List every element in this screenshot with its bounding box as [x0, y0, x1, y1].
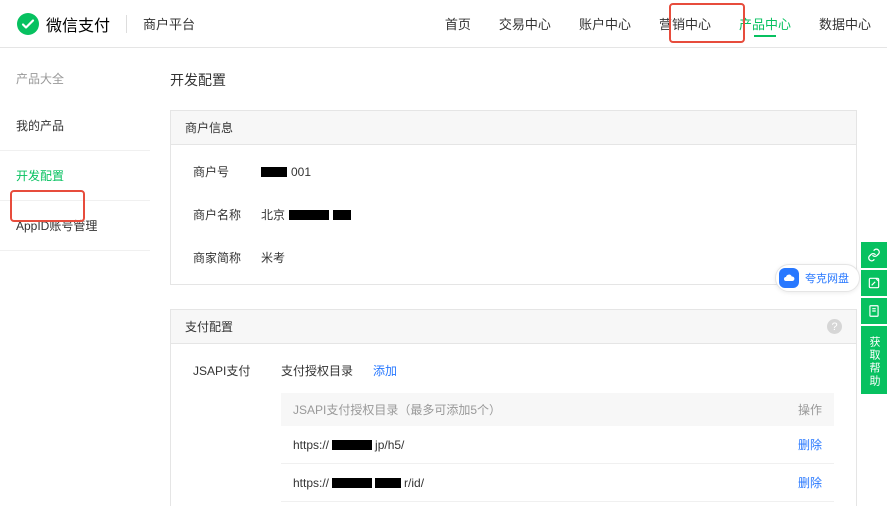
- quark-label: 夸克网盘: [805, 270, 849, 286]
- header: 微信支付 商户平台 首页 交易中心 账户中心 营销中心 产品中心 数据中心: [0, 0, 887, 48]
- auth-dir-url: https:// jp/h5/: [293, 438, 404, 452]
- redacted-block: [289, 210, 329, 220]
- help-icon[interactable]: ?: [827, 319, 842, 334]
- merchant-info-title: 商户信息: [185, 119, 233, 136]
- auth-dir-col1: JSAPI支付授权目录（最多可添加5个）: [293, 401, 501, 418]
- jsapi-label: JSAPI支付: [193, 362, 261, 379]
- sidebar-item-my-products[interactable]: 我的产品: [0, 101, 150, 151]
- value-merchant-id: 001: [261, 165, 311, 179]
- delete-auth-dir-link[interactable]: 删除: [798, 474, 822, 491]
- pay-config-title: 支付配置: [185, 318, 233, 335]
- redacted-block: [333, 210, 351, 220]
- value-merchant-name: 北京: [261, 206, 351, 223]
- auth-dir-table-header: JSAPI支付授权目录（最多可添加5个） 操作: [281, 393, 834, 426]
- floating-actions: 获取帮助: [861, 242, 887, 394]
- auth-dir-url: https:// r/id/: [293, 476, 424, 490]
- label-merchant-id: 商户号: [193, 163, 261, 180]
- nav-home[interactable]: 首页: [445, 0, 471, 47]
- platform-name: 商户平台: [143, 14, 195, 33]
- redacted-block: [375, 478, 401, 488]
- url-suffix: jp/h5/: [375, 438, 404, 452]
- logo-text: 微信支付: [46, 12, 110, 36]
- pay-config-panel: 支付配置 ? JSAPI支付 支付授权目录 添加 JSAPI支付授权目录（最多可…: [170, 309, 857, 506]
- jsapi-row: JSAPI支付 支付授权目录 添加: [193, 362, 834, 379]
- merchant-name-prefix: 北京: [261, 206, 285, 223]
- pay-config-header: 支付配置 ?: [171, 310, 856, 344]
- merchant-info-panel: 商户信息 商户号 001 商户名称 北京: [170, 110, 857, 285]
- body: 产品大全 我的产品 开发配置 AppID账号管理 开发配置 商户信息 商户号 0…: [0, 48, 887, 506]
- url-prefix: https://: [293, 476, 329, 490]
- cloud-icon: [779, 268, 799, 288]
- redacted-block: [261, 167, 287, 177]
- label-merchant-name: 商户名称: [193, 206, 261, 223]
- merchant-id-suffix: 001: [291, 165, 311, 179]
- row-nickname: 商家简称 米考: [193, 249, 834, 266]
- auth-dir-row: https:// jp/h5/ 删除: [281, 426, 834, 464]
- sidebar-item-dev-config[interactable]: 开发配置: [0, 151, 150, 201]
- auth-dir-row: https:// r/id/ 删除: [281, 464, 834, 502]
- float-link-icon[interactable]: [861, 242, 887, 268]
- nav-data[interactable]: 数据中心: [819, 0, 871, 47]
- float-get-help-button[interactable]: 获取帮助: [861, 326, 887, 394]
- redacted-block: [332, 440, 372, 450]
- float-document-icon[interactable]: [861, 298, 887, 324]
- auth-dir-col2: 操作: [798, 401, 822, 418]
- nav-marketing[interactable]: 营销中心: [659, 0, 711, 47]
- quark-netdisk-pill[interactable]: 夸克网盘: [775, 264, 860, 292]
- row-merchant-name: 商户名称 北京: [193, 206, 834, 223]
- add-auth-dir-link[interactable]: 添加: [373, 362, 397, 379]
- nav-account[interactable]: 账户中心: [579, 0, 631, 47]
- nav-products[interactable]: 产品中心: [739, 0, 791, 47]
- sidebar-title: 产品大全: [0, 70, 150, 101]
- sidebar-item-appid[interactable]: AppID账号管理: [0, 201, 150, 251]
- sidebar: 产品大全 我的产品 开发配置 AppID账号管理: [0, 48, 150, 506]
- merchant-info-body: 商户号 001 商户名称 北京 商家简称 米考: [171, 145, 856, 284]
- auth-dir-label: 支付授权目录: [281, 362, 353, 379]
- nav-transactions[interactable]: 交易中心: [499, 0, 551, 47]
- auth-dir-table: JSAPI支付授权目录（最多可添加5个） 操作 https:// jp/h5/ …: [281, 393, 834, 502]
- url-suffix: r/id/: [404, 476, 424, 490]
- page-title: 开发配置: [170, 70, 857, 90]
- url-prefix: https://: [293, 438, 329, 452]
- value-nickname: 米考: [261, 249, 285, 266]
- label-nickname: 商家简称: [193, 249, 261, 266]
- logo: 微信支付: [16, 12, 110, 36]
- float-feedback-icon[interactable]: [861, 270, 887, 296]
- merchant-info-header: 商户信息: [171, 111, 856, 145]
- pay-config-body: JSAPI支付 支付授权目录 添加 JSAPI支付授权目录（最多可添加5个） 操…: [171, 344, 856, 506]
- row-merchant-id: 商户号 001: [193, 163, 834, 180]
- main-nav: 首页 交易中心 账户中心 营销中心 产品中心 数据中心: [445, 0, 871, 47]
- divider: [126, 15, 127, 33]
- wechat-pay-icon: [16, 12, 40, 36]
- redacted-block: [332, 478, 372, 488]
- delete-auth-dir-link[interactable]: 删除: [798, 436, 822, 453]
